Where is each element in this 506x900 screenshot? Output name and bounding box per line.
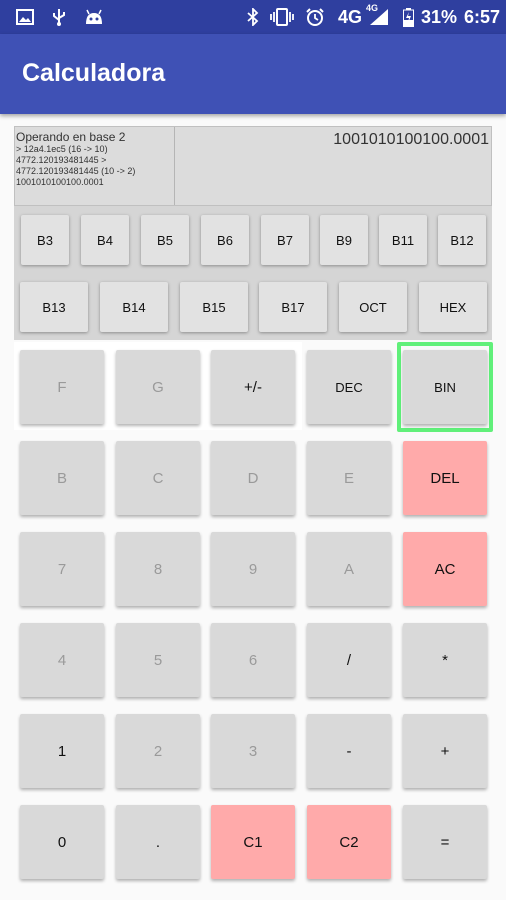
key-8[interactable]: 8 xyxy=(116,532,200,606)
base-b15-button[interactable]: B15 xyxy=(180,282,248,332)
app-bar: Calculadora xyxy=(0,34,506,114)
usb-icon xyxy=(50,8,68,26)
vibrate-icon xyxy=(270,8,294,26)
base-b9-button[interactable]: B9 xyxy=(320,215,368,265)
base-b6-button[interactable]: B6 xyxy=(201,215,249,265)
calculator-display: Operando en base 2 > 12a4.1ec5 (16 -> 10… xyxy=(14,126,492,206)
key-c[interactable]: C xyxy=(116,441,200,515)
key-e[interactable]: E xyxy=(307,441,391,515)
all-clear-button[interactable]: AC xyxy=(403,532,487,606)
key-f[interactable]: F xyxy=(20,350,104,424)
history-line: 4772.120193481445 > xyxy=(16,155,107,165)
history-line: 1001010100100.0001 xyxy=(16,177,104,187)
base-b12-button[interactable]: B12 xyxy=(438,215,486,265)
base-b3-button[interactable]: B3 xyxy=(21,215,69,265)
network-type: 4G xyxy=(338,7,363,27)
base-b7-button[interactable]: B7 xyxy=(261,215,309,265)
battery-icon xyxy=(402,7,414,27)
status-bar: 4G 4G 31% 6:57 xyxy=(0,0,506,34)
key-7[interactable]: 7 xyxy=(20,532,104,606)
key-d[interactable]: D xyxy=(211,441,295,515)
signal-icon xyxy=(368,8,390,26)
bin-mode-button[interactable]: BIN xyxy=(403,350,487,424)
key-1[interactable]: 1 xyxy=(20,714,104,788)
key-b[interactable]: B xyxy=(20,441,104,515)
result-value: 1001010100100.0001 xyxy=(333,131,489,148)
base-selector-panel: B3 B4 B5 B6 B7 B9 B11 B12 B13 B14 B15 B1… xyxy=(14,206,492,340)
key-a[interactable]: A xyxy=(307,532,391,606)
base-b13-button[interactable]: B13 xyxy=(20,282,88,332)
base-b14-button[interactable]: B14 xyxy=(100,282,168,332)
add-button[interactable]: + xyxy=(403,714,487,788)
c1-button[interactable]: C1 xyxy=(211,805,295,879)
base-b11-button[interactable]: B11 xyxy=(379,215,427,265)
base-b5-button[interactable]: B5 xyxy=(141,215,189,265)
mode-label: Operando en base 2 xyxy=(16,130,126,144)
base-oct-button[interactable]: OCT xyxy=(339,282,407,332)
decimal-point-button[interactable]: . xyxy=(116,805,200,879)
subtract-button[interactable]: - xyxy=(307,714,391,788)
base-b17-button[interactable]: B17 xyxy=(259,282,327,332)
c2-button[interactable]: C2 xyxy=(307,805,391,879)
history-line: > 12a4.1ec5 (16 -> 10) xyxy=(16,144,108,154)
equals-button[interactable]: = xyxy=(403,805,487,879)
key-6[interactable]: 6 xyxy=(211,623,295,697)
history-line: 4772.120193481445 (10 -> 2) xyxy=(16,166,136,176)
multiply-button[interactable]: * xyxy=(403,623,487,697)
android-icon xyxy=(84,8,104,26)
base-b4-button[interactable]: B4 xyxy=(81,215,129,265)
bluetooth-icon xyxy=(246,8,260,26)
sign-toggle-button[interactable]: +/- xyxy=(211,350,295,424)
delete-button[interactable]: DEL xyxy=(403,441,487,515)
battery-percent: 31% xyxy=(421,7,458,27)
app-title: Calculadora xyxy=(22,59,166,87)
clock: 6:57 xyxy=(464,7,501,27)
divide-button[interactable]: / xyxy=(307,623,391,697)
image-icon xyxy=(16,8,34,26)
base-hex-button[interactable]: HEX xyxy=(419,282,487,332)
key-g[interactable]: G xyxy=(116,350,200,424)
history-panel: Operando en base 2 > 12a4.1ec5 (16 -> 10… xyxy=(15,127,175,205)
key-2[interactable]: 2 xyxy=(116,714,200,788)
key-0[interactable]: 0 xyxy=(20,805,104,879)
dec-mode-button[interactable]: DEC xyxy=(307,350,391,424)
key-3[interactable]: 3 xyxy=(211,714,295,788)
key-9[interactable]: 9 xyxy=(211,532,295,606)
alarm-icon xyxy=(304,8,326,26)
key-4[interactable]: 4 xyxy=(20,623,104,697)
key-5[interactable]: 5 xyxy=(116,623,200,697)
